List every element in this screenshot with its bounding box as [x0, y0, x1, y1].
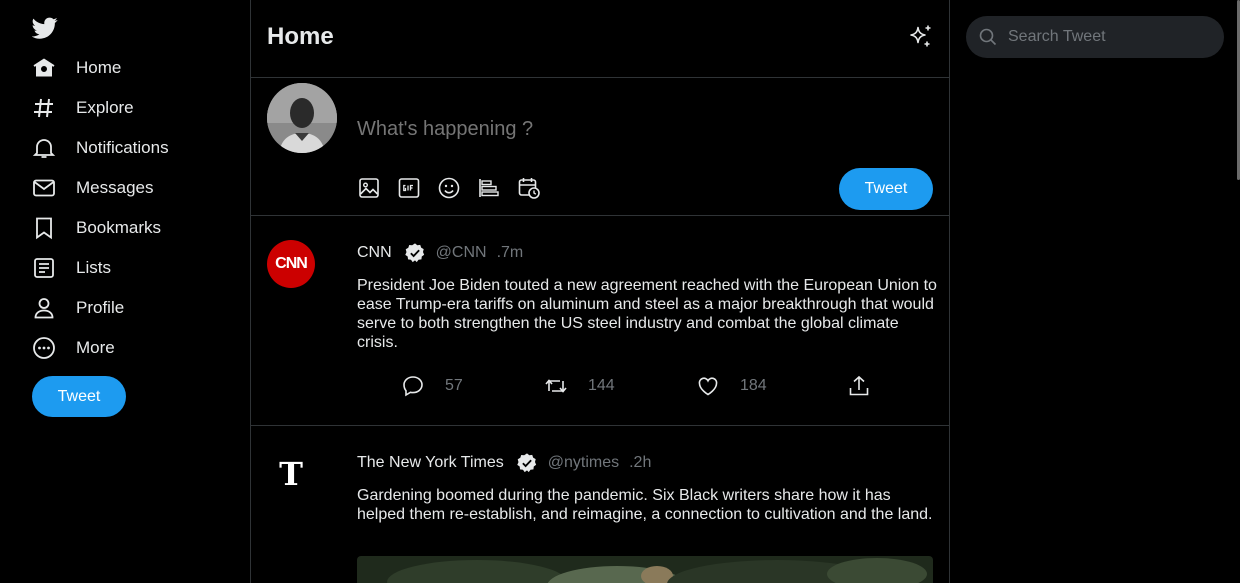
timeline-header: Home [251, 0, 949, 78]
person-icon [32, 296, 56, 320]
retweet-count: 144 [588, 377, 615, 394]
home-icon [32, 56, 56, 80]
tweet-text: Gardening boomed during the pandemic. Si… [357, 487, 933, 523]
sidebar-item-more[interactable]: More [32, 333, 115, 363]
compose-tweet-button[interactable]: Tweet [839, 168, 933, 210]
more-circle-icon [32, 336, 56, 360]
tweet-author-name[interactable]: CNN [357, 244, 392, 262]
twitter-bird-icon[interactable] [31, 15, 58, 41]
sidebar-item-notifications[interactable]: Notifications [32, 133, 169, 163]
sidebar-tweet-button[interactable]: Tweet [32, 376, 126, 417]
gif-icon[interactable] [397, 176, 421, 200]
tweet-card[interactable]: T The New York Times @nytimes .2h Garden… [251, 426, 949, 583]
share-icon [847, 374, 871, 398]
search-box[interactable] [966, 16, 1224, 58]
tweet-author-name[interactable]: The New York Times [357, 454, 504, 472]
sidebar-item-label: Notifications [76, 138, 169, 157]
sidebar-item-label: Explore [76, 98, 134, 117]
search-input[interactable] [1008, 16, 1208, 58]
verified-badge-icon [516, 452, 538, 474]
sidebar-item-messages[interactable]: Messages [32, 173, 153, 203]
tweet-handle[interactable]: @nytimes [548, 454, 619, 472]
tweet-time: .7m [496, 244, 524, 261]
list-icon [32, 256, 56, 280]
sidebar-item-label: Home [76, 58, 122, 77]
tweet-card[interactable]: CNN CNN @CNN .7m President Joe Biden tou… [251, 216, 949, 426]
sidebar-item-home[interactable]: Home [32, 53, 121, 83]
tweet-header: CNN @CNN .7m [357, 242, 523, 264]
sidebar-item-label: Bookmarks [76, 218, 162, 237]
app: Home Explore Notifications Messages Book… [0, 0, 1240, 583]
reply-action[interactable]: 57 [401, 374, 463, 398]
tweet-time: .2h [629, 454, 652, 471]
reply-count: 57 [445, 377, 463, 394]
compose-input[interactable] [357, 118, 917, 141]
sidebar-item-explore[interactable]: Explore [32, 93, 134, 123]
sidebar-item-label: More [76, 338, 115, 357]
share-action[interactable] [847, 374, 871, 398]
envelope-icon [32, 176, 56, 200]
cnn-avatar[interactable]: CNN [267, 240, 315, 288]
heart-icon [696, 374, 720, 398]
emoji-icon[interactable] [437, 176, 461, 200]
image-icon[interactable] [357, 176, 381, 200]
tweet-header: The New York Times @nytimes .2h [357, 452, 651, 474]
nytimes-avatar[interactable]: T [267, 450, 315, 498]
bell-icon [32, 136, 56, 160]
tweet-media-image[interactable] [357, 556, 933, 583]
avatar[interactable] [267, 83, 337, 153]
page-title: Home [267, 23, 334, 50]
sidebar-item-label: Messages [76, 178, 154, 197]
sidebar-item-profile[interactable]: Profile [32, 293, 124, 323]
retweet-icon [544, 374, 568, 398]
tweet-composer: Tweet [251, 78, 949, 216]
sidebar: Home Explore Notifications Messages Book… [0, 0, 250, 583]
reply-icon [401, 374, 425, 398]
tweet-text: President Joe Biden touted a new agreeme… [357, 277, 937, 351]
poll-icon[interactable] [477, 176, 501, 200]
sidebar-item-bookmarks[interactable]: Bookmarks [32, 213, 161, 243]
sidebar-item-label: Profile [76, 298, 125, 317]
main-timeline: Home What's happening ? Tweet CNN CNN @C… [250, 0, 950, 583]
verified-badge-icon [404, 242, 426, 264]
tweet-handle[interactable]: @CNN [436, 244, 487, 262]
avatar-logo-text: CNN [275, 255, 308, 272]
like-action[interactable]: 184 [696, 374, 767, 398]
search-icon [978, 27, 998, 47]
avatar-logo-text: T [279, 455, 303, 493]
sidebar-item-lists[interactable]: Lists [32, 253, 111, 283]
sparkle-icon[interactable] [907, 23, 935, 51]
like-count: 184 [740, 377, 767, 394]
schedule-icon[interactable] [517, 176, 541, 200]
hashtag-icon [32, 96, 56, 120]
bookmark-icon [32, 216, 56, 240]
sidebar-item-label: Lists [76, 258, 111, 277]
retweet-action[interactable]: 144 [544, 374, 615, 398]
